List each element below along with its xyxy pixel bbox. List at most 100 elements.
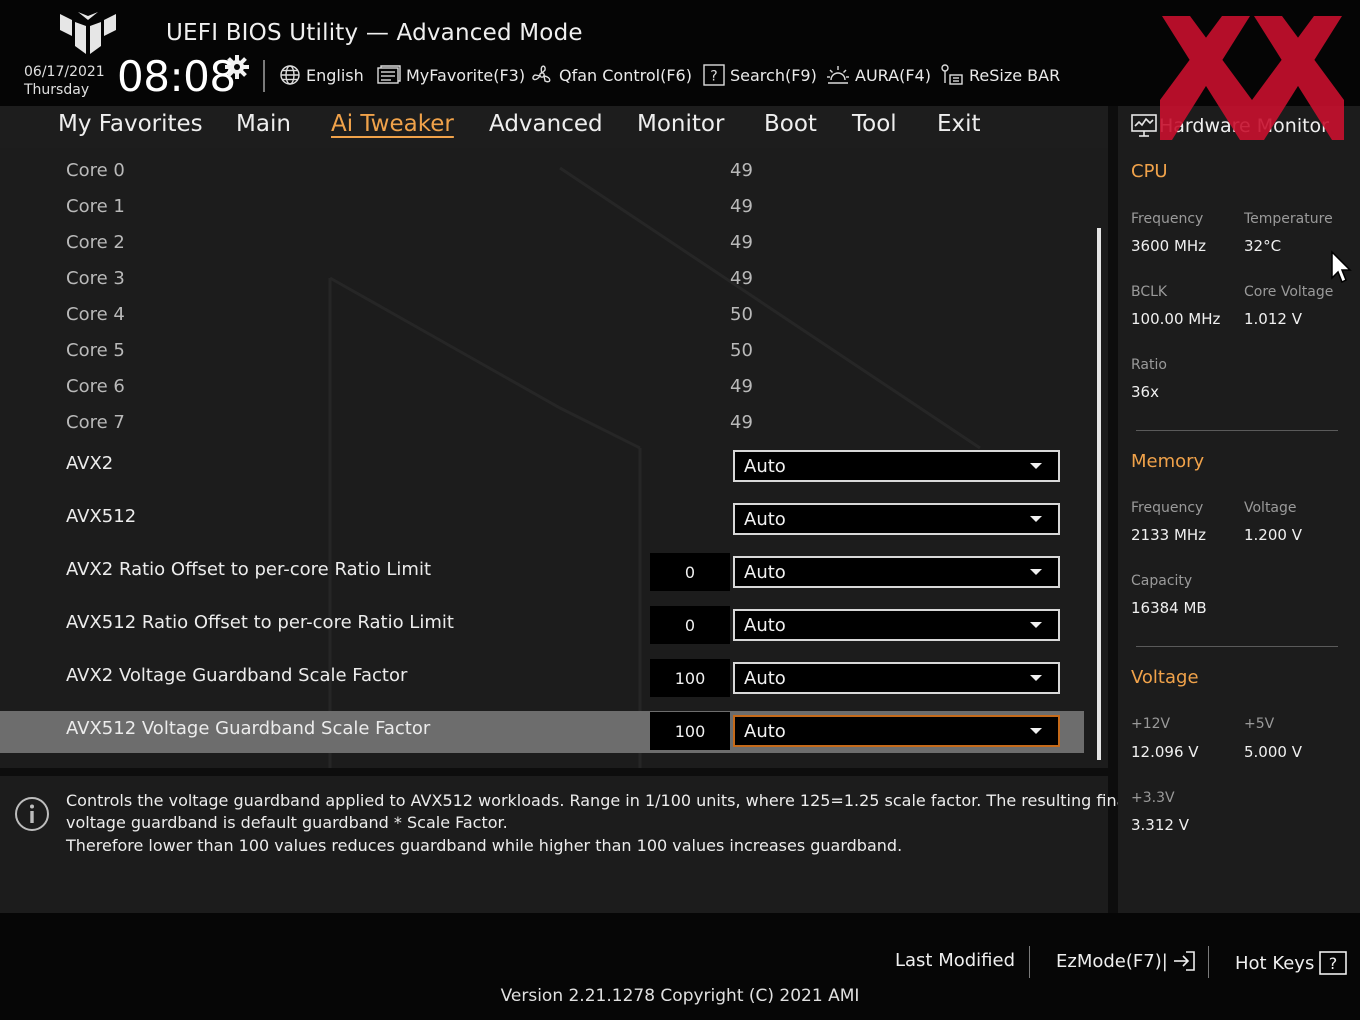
- voltage-12v-label: +12V: [1131, 716, 1171, 732]
- memory-frequency-label: Frequency: [1131, 500, 1204, 516]
- clock-time: 08:08: [117, 52, 236, 101]
- avx2-select[interactable]: Auto: [733, 450, 1060, 482]
- cpu-core-voltage-label: Core Voltage: [1244, 284, 1334, 300]
- avx512-ratio-offset-input[interactable]: 0: [650, 606, 730, 644]
- last-modified-label: Last Modified: [895, 950, 1016, 971]
- avx2-select-value: Auto: [744, 455, 786, 477]
- hot-keys-label: Hot Keys: [1235, 952, 1315, 974]
- avx2-ratio-offset-label: AVX2 Ratio Offset to per-core Ratio Limi…: [66, 559, 432, 580]
- avx512-ratio-offset-select[interactable]: Auto: [733, 609, 1060, 641]
- search-label: Search(F9): [730, 65, 817, 85]
- avx512-guardband-select-value: Auto: [744, 720, 786, 742]
- svg-text:?: ?: [710, 69, 717, 85]
- avx2-guardband-input[interactable]: 100: [650, 659, 730, 697]
- avx512-select-value: Auto: [744, 508, 786, 530]
- core-4-value: 50: [730, 304, 753, 325]
- avx2-guardband-select-value: Auto: [744, 667, 786, 689]
- exit-arrow-icon: [1173, 951, 1195, 971]
- avx512-guardband-input[interactable]: 100: [650, 712, 730, 750]
- help-panel: Controls the voltage guardband applied t…: [0, 776, 1131, 913]
- core-7-value: 49: [730, 412, 753, 433]
- myfavorite-label: MyFavorite(F3): [406, 65, 526, 85]
- version-text: Version 2.21.1278 Copyright (C) 2021 AMI: [500, 986, 860, 1006]
- aura-button[interactable]: AURA(F4): [826, 62, 931, 88]
- memory-heading: Memory: [1131, 451, 1205, 472]
- cpu-bclk-value: 100.00 MHz: [1131, 310, 1221, 328]
- qfan-control-button[interactable]: Qfan Control(F6): [530, 62, 692, 88]
- avx512-ratio-offset-select-value: Auto: [744, 614, 786, 636]
- cpu-temperature-value: 32°C: [1244, 237, 1282, 255]
- header-divider: [263, 60, 265, 92]
- chevron-down-icon: [1030, 569, 1042, 575]
- chevron-down-icon: [1030, 728, 1042, 734]
- tab-monitor[interactable]: Monitor: [637, 111, 724, 137]
- tab-exit[interactable]: Exit: [937, 111, 981, 137]
- chevron-down-icon: [1030, 622, 1042, 628]
- resize-bar-label: ReSize BAR: [969, 65, 1061, 85]
- voltage-5v-label: +5V: [1244, 716, 1275, 732]
- chevron-down-icon: [1030, 463, 1042, 469]
- cpu-heading: CPU: [1131, 161, 1168, 182]
- language-button[interactable]: English: [279, 62, 364, 88]
- voltage-3v3-label: +3.3V: [1131, 790, 1175, 806]
- cpu-frequency-label: Frequency: [1131, 211, 1204, 227]
- core-2-value: 49: [730, 232, 753, 253]
- myfavorite-button[interactable]: MyFavorite(F3): [377, 62, 525, 88]
- avx2-label: AVX2: [66, 453, 114, 474]
- core-5-label: Core 5: [66, 340, 125, 361]
- ezmode-button[interactable]: EzMode(F7)|: [1056, 950, 1198, 972]
- core-0-label: Core 0: [66, 160, 125, 181]
- avx512-guardband-select[interactable]: Auto: [733, 715, 1060, 747]
- monitor-icon: [1131, 114, 1157, 137]
- resize-bar-button[interactable]: ReSize BAR: [940, 62, 1060, 88]
- tab-my-favorites[interactable]: My Favorites: [58, 111, 203, 137]
- settings-scrollbar[interactable]: [1097, 228, 1101, 760]
- chevron-down-icon: [1030, 675, 1042, 681]
- tab-tool[interactable]: Tool: [852, 111, 897, 137]
- hardware-monitor-title: Hardware Monitor: [1159, 115, 1329, 137]
- core-5-value: 50: [730, 340, 753, 361]
- avx512-label: AVX512: [66, 506, 137, 527]
- tab-boot[interactable]: Boot: [764, 111, 817, 137]
- date-label: 06/17/2021: [24, 64, 105, 80]
- memory-voltage-label: Voltage: [1244, 500, 1297, 516]
- core-1-value: 49: [730, 196, 753, 217]
- tab-main[interactable]: Main: [236, 111, 291, 137]
- avx2-ratio-offset-select[interactable]: Auto: [733, 556, 1060, 588]
- avx2-ratio-offset-select-value: Auto: [744, 561, 786, 583]
- tuf-logo-icon: [60, 12, 116, 54]
- avx2-guardband-select[interactable]: Auto: [733, 662, 1060, 694]
- resize-bar-icon: [941, 64, 963, 85]
- cpu-ratio-label: Ratio: [1131, 357, 1167, 373]
- avx2-ratio-offset-input[interactable]: 0: [650, 553, 730, 591]
- core-6-value: 49: [730, 376, 753, 397]
- avx512-select[interactable]: Auto: [733, 503, 1060, 535]
- cpu-temperature-label: Temperature: [1244, 211, 1333, 227]
- core-3-value: 49: [730, 268, 753, 289]
- fan-icon: [532, 65, 551, 83]
- tab-advanced[interactable]: Advanced: [489, 111, 603, 137]
- core-3-label: Core 3: [66, 268, 125, 289]
- help-text-line-3: Therefore lower than 100 values reduces …: [66, 836, 903, 855]
- globe-icon: [280, 65, 300, 85]
- tab-ai-tweaker[interactable]: Ai Tweaker: [331, 111, 454, 137]
- help-text-line-2: voltage guardband is default guardband *…: [66, 813, 508, 832]
- avx2-guardband-label: AVX2 Voltage Guardband Scale Factor: [66, 665, 408, 686]
- aura-icon: [827, 66, 849, 84]
- search-button[interactable]: ? Search(F9): [703, 62, 817, 88]
- last-modified-button[interactable]: Last Modified: [895, 950, 1015, 971]
- voltage-12v-value: 12.096 V: [1131, 743, 1199, 761]
- footer-divider: [1208, 946, 1209, 978]
- day-label: Thursday: [24, 82, 90, 98]
- core-6-label: Core 6: [66, 376, 125, 397]
- core-1-label: Core 1: [66, 196, 125, 217]
- memory-frequency-value: 2133 MHz: [1131, 526, 1207, 544]
- hot-keys-button[interactable]: Hot Keys ?: [1235, 950, 1348, 976]
- clock-settings-gear-icon[interactable]: [224, 54, 250, 80]
- aura-label: AURA(F4): [855, 65, 931, 85]
- help-text-line-1: Controls the voltage guardband applied t…: [66, 791, 1131, 810]
- hw-divider: [1136, 430, 1338, 431]
- avx512-guardband-label: AVX512 Voltage Guardband Scale Factor: [66, 718, 431, 739]
- core-7-label: Core 7: [66, 412, 125, 433]
- hw-divider: [1136, 646, 1338, 647]
